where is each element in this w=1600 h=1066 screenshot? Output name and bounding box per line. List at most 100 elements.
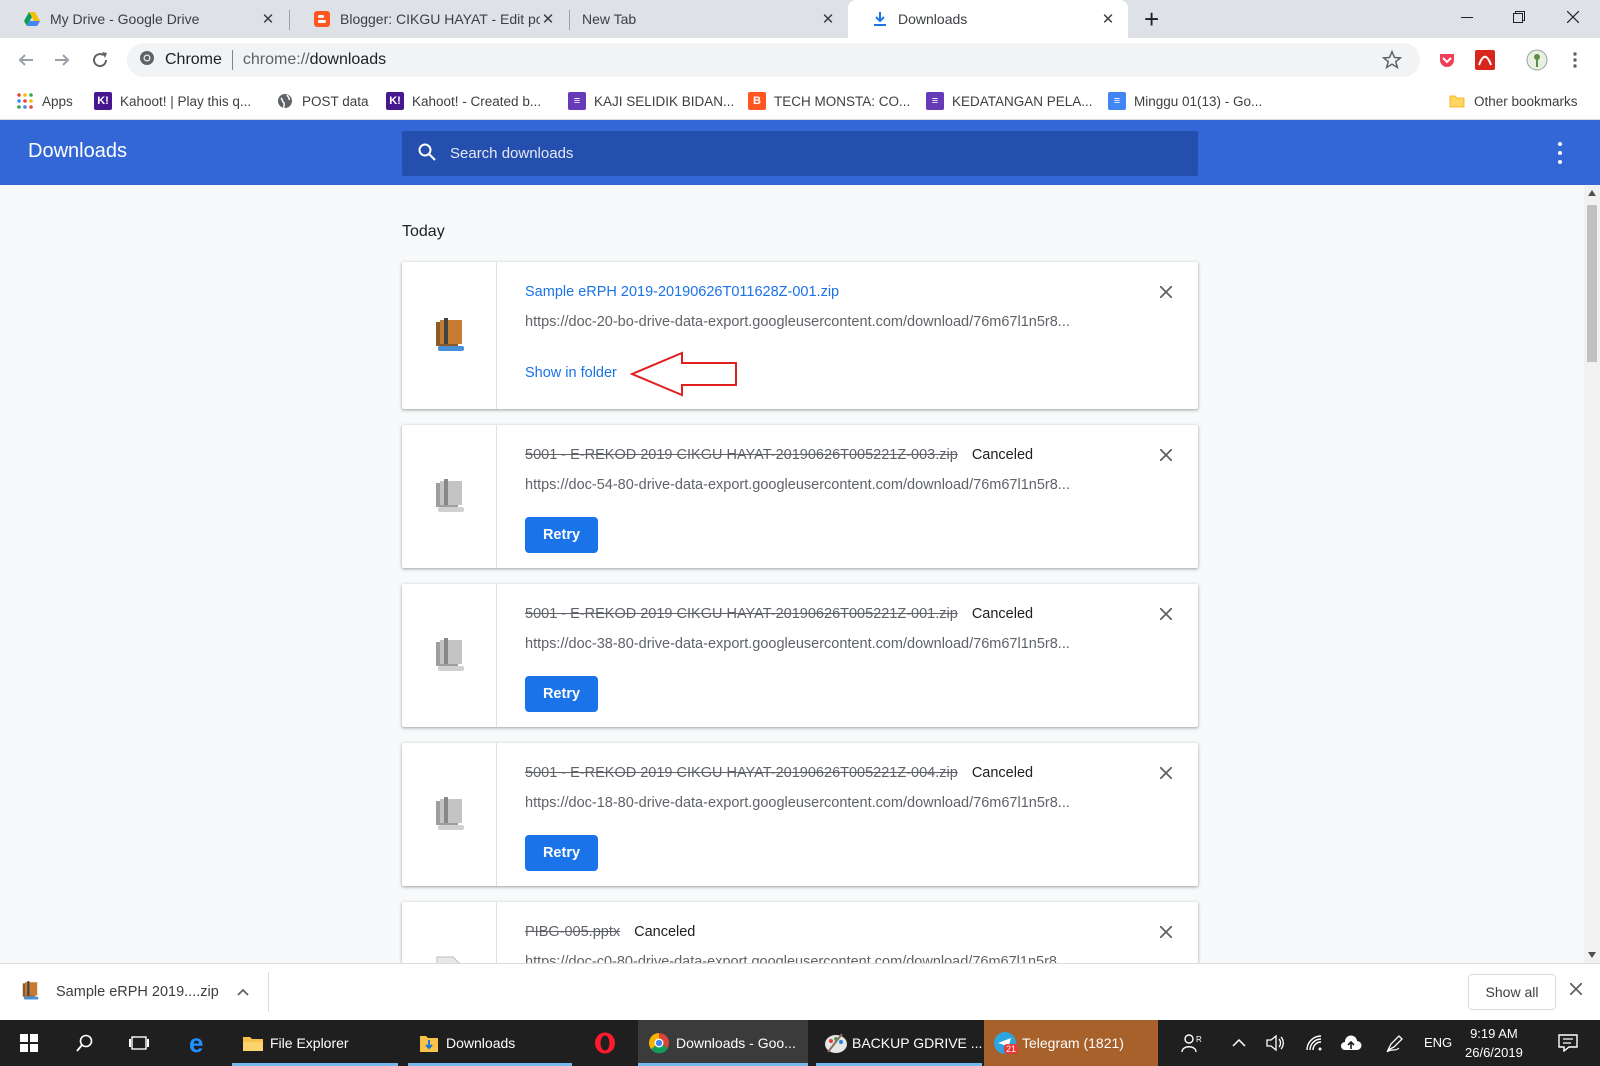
address-bar[interactable]: Chrome chrome://downloads bbox=[127, 43, 1420, 77]
file-name: 5001 - E-REKOD 2019 CIKGU HAYAT-20190626… bbox=[525, 606, 1033, 622]
remove-icon[interactable] bbox=[1156, 763, 1176, 783]
file-name-link[interactable]: Sample eRPH 2019-20190626T011628Z-001.zi… bbox=[525, 284, 839, 300]
file-url[interactable]: https://doc-38-80-drive-data-export.goog… bbox=[525, 636, 1115, 652]
people-icon[interactable]: R bbox=[1174, 1020, 1210, 1066]
file-url[interactable]: https://doc-20-bo-drive-data-export.goog… bbox=[525, 314, 1115, 330]
status-text: Canceled bbox=[971, 447, 1034, 463]
page-scrollbar[interactable] bbox=[1584, 185, 1600, 963]
scroll-up-arrow-icon[interactable] bbox=[1588, 190, 1596, 196]
taskbar-app-backup-gdrive[interactable]: BACKUP GDRIVE ... bbox=[816, 1020, 982, 1066]
taskbar-app-file-explorer[interactable]: File Explorer bbox=[232, 1020, 398, 1066]
remove-icon[interactable] bbox=[1156, 282, 1176, 302]
google-forms-icon: ≡ bbox=[926, 92, 944, 110]
chrome-logo-icon bbox=[139, 50, 155, 71]
bookmark-apps[interactable]: Apps bbox=[16, 91, 73, 111]
adobe-acrobat-icon[interactable] bbox=[1474, 49, 1496, 71]
folder-icon bbox=[240, 1030, 266, 1056]
file-name: 5001 - E-REKOD 2019 CIKGU HAYAT-20190626… bbox=[525, 765, 1033, 781]
file-url[interactable]: https://doc-c0-80-drive-data-export.goog… bbox=[525, 954, 1115, 963]
google-docs-icon: ≡ bbox=[1108, 92, 1126, 110]
input-language[interactable]: ENG bbox=[1424, 1035, 1452, 1050]
clock-time: 9:19 AM bbox=[1470, 1026, 1518, 1041]
tab-close-icon[interactable]: ✕ bbox=[540, 10, 556, 28]
tab-close-icon[interactable]: ✕ bbox=[260, 10, 276, 28]
show-in-folder-link[interactable]: Show in folder bbox=[525, 365, 617, 381]
retry-button[interactable]: Retry bbox=[525, 835, 598, 871]
bookmarks-bar: Apps K! Kahoot! | Play this q... POST da… bbox=[0, 82, 1600, 120]
file-icon-column bbox=[402, 425, 497, 568]
bookmark-other-bookmarks[interactable]: Other bookmarks bbox=[1448, 91, 1578, 111]
pocket-extension-icon[interactable] bbox=[1436, 49, 1458, 71]
tab-blogger[interactable]: Blogger: CIKGU HAYAT - Edit post ✕ bbox=[290, 0, 568, 38]
bookmark-post-data[interactable]: POST data bbox=[276, 91, 369, 111]
tab-google-drive[interactable]: My Drive - Google Drive ✕ bbox=[0, 0, 288, 38]
document-file-icon-disabled bbox=[436, 956, 462, 963]
back-arrow-icon[interactable] bbox=[12, 46, 40, 74]
minimize-icon[interactable] bbox=[1444, 0, 1490, 34]
tab-close-icon[interactable]: ✕ bbox=[1100, 10, 1116, 28]
bookmark-star-icon[interactable] bbox=[1381, 49, 1403, 75]
opera-browser-icon[interactable] bbox=[582, 1020, 628, 1066]
remove-icon[interactable] bbox=[1156, 445, 1176, 465]
taskbar-app-telegram[interactable]: 21 Telegram (1821) bbox=[984, 1020, 1158, 1066]
edge-browser-icon[interactable]: e bbox=[176, 1020, 222, 1066]
forward-arrow-icon[interactable] bbox=[48, 46, 76, 74]
bookmark-minggu[interactable]: ≡ Minggu 01(13) - Go... bbox=[1108, 91, 1262, 111]
bookmark-tech-monsta[interactable]: B TECH MONSTA: CO... bbox=[748, 91, 910, 111]
search-icon[interactable] bbox=[62, 1020, 108, 1066]
file-url[interactable]: https://doc-54-80-drive-data-export.goog… bbox=[525, 477, 1115, 493]
tab-downloads[interactable]: Downloads ✕ bbox=[848, 0, 1128, 38]
apps-grid-icon bbox=[16, 92, 34, 110]
downloads-list: Today Sample eRPH 2019-20190626T011628Z-… bbox=[0, 185, 1584, 963]
shelf-download-item[interactable]: Sample eRPH 2019....zip bbox=[20, 976, 249, 1008]
bookmark-kaji-selidik[interactable]: ≡ KAJI SELIDIK BIDAN... bbox=[568, 91, 734, 111]
scrollbar-thumb[interactable] bbox=[1587, 205, 1597, 362]
tab-close-icon[interactable]: ✕ bbox=[820, 10, 836, 28]
bookmark-label: Apps bbox=[42, 93, 73, 109]
bookmark-label: KEDATANGAN PELA... bbox=[952, 93, 1093, 109]
search-bar[interactable] bbox=[402, 131, 1198, 176]
search-input[interactable] bbox=[450, 145, 1150, 162]
restore-icon[interactable] bbox=[1496, 0, 1542, 34]
bookmark-kahoot-created[interactable]: K! Kahoot! - Created b... bbox=[386, 91, 541, 111]
omnibox-separator bbox=[231, 50, 233, 70]
system-clock[interactable]: 9:19 AM 26/6/2019 bbox=[1465, 1024, 1523, 1062]
remove-icon[interactable] bbox=[1156, 604, 1176, 624]
tab-label: Downloads bbox=[898, 11, 968, 27]
retry-button[interactable]: Retry bbox=[525, 676, 598, 712]
bookmark-kedatangan[interactable]: ≡ KEDATANGAN PELA... bbox=[926, 91, 1093, 111]
shelf-item-label: Sample eRPH 2019....zip bbox=[56, 984, 219, 1000]
chevron-up-icon[interactable] bbox=[237, 984, 249, 1000]
show-all-button[interactable]: Show all bbox=[1468, 974, 1556, 1010]
chevron-up-icon[interactable] bbox=[1224, 1020, 1254, 1066]
file-name-text: PIBG-005.pptx bbox=[525, 924, 621, 940]
new-tab-plus-icon[interactable]: + bbox=[1144, 5, 1159, 33]
downloads-folder-icon bbox=[416, 1030, 442, 1056]
status-text: Canceled bbox=[634, 924, 696, 940]
cloud-upload-icon[interactable] bbox=[1336, 1020, 1366, 1066]
download-item: 5001 - E-REKOD 2019 CIKGU HAYAT-20190626… bbox=[402, 584, 1198, 727]
file-url[interactable]: https://doc-18-80-drive-data-export.goog… bbox=[525, 795, 1115, 811]
notification-center-icon[interactable] bbox=[1548, 1020, 1588, 1066]
taskbar-app-chrome[interactable]: Downloads - Goo... bbox=[638, 1020, 808, 1066]
tab-new-tab[interactable]: New Tab ✕ bbox=[570, 0, 848, 38]
pen-icon[interactable] bbox=[1380, 1020, 1410, 1066]
blogger-icon bbox=[314, 11, 330, 27]
windows-start-icon[interactable] bbox=[6, 1020, 52, 1066]
close-window-icon[interactable] bbox=[1550, 0, 1596, 34]
scroll-down-arrow-icon[interactable] bbox=[1588, 952, 1596, 958]
reload-icon[interactable] bbox=[86, 46, 114, 74]
profile-avatar-icon[interactable] bbox=[1526, 49, 1548, 71]
taskbar-app-downloads-folder[interactable]: Downloads bbox=[408, 1020, 572, 1066]
retry-button[interactable]: Retry bbox=[525, 517, 598, 553]
chrome-menu-icon[interactable] bbox=[1564, 49, 1586, 71]
task-view-icon[interactable] bbox=[116, 1020, 162, 1066]
volume-icon[interactable] bbox=[1260, 1020, 1290, 1066]
remove-icon[interactable] bbox=[1156, 922, 1176, 942]
close-shelf-icon[interactable] bbox=[1569, 982, 1583, 998]
more-options-icon[interactable] bbox=[1552, 140, 1568, 166]
download-item: 5001 - E-REKOD 2019 CIKGU HAYAT-20190626… bbox=[402, 743, 1198, 886]
svg-text:e: e bbox=[189, 1031, 203, 1055]
wifi-icon[interactable] bbox=[1300, 1020, 1330, 1066]
bookmark-kahoot-play[interactable]: K! Kahoot! | Play this q... bbox=[94, 91, 251, 111]
